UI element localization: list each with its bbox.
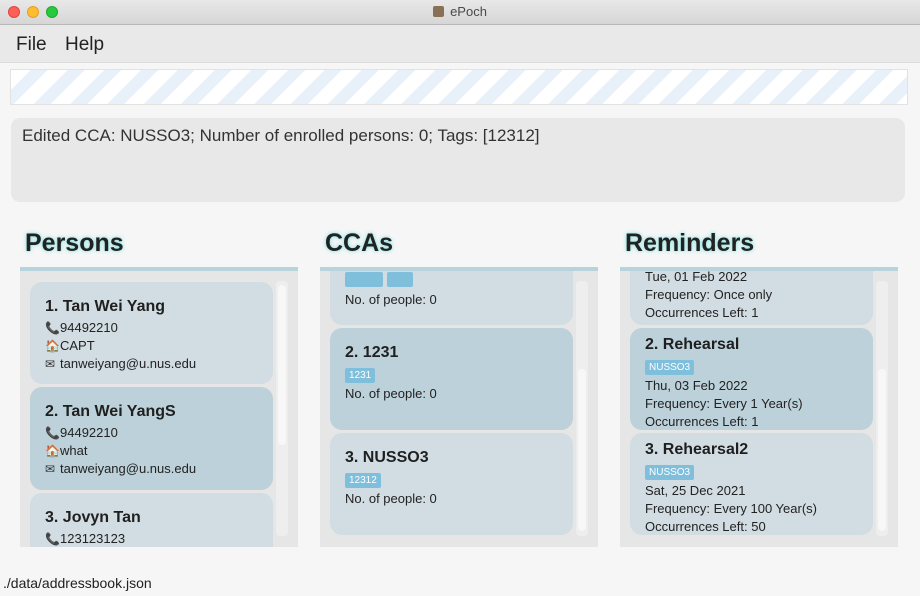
window-title: ePoch xyxy=(0,4,920,19)
reminder-card[interactable]: 2. Rehearsal NUSSO3 Thu, 03 Feb 2022 Fre… xyxy=(630,328,873,430)
phone-icon: 📞 xyxy=(45,426,60,440)
result-display: Edited CCA: NUSSO3; Number of enrolled p… xyxy=(11,118,905,202)
persons-heading: Persons xyxy=(25,229,124,257)
person-name: 2. Tan Wei YangS xyxy=(45,403,176,420)
reminder-tag: NUSSO3 xyxy=(645,360,695,375)
person-email: tanweiyang@u.nus.edu xyxy=(60,356,197,371)
cca-people: No. of people: 0 xyxy=(345,292,437,307)
ccas-heading: CCAs xyxy=(325,229,394,257)
cca-tag: 1231 xyxy=(345,368,376,383)
person-card[interactable]: 2. Tan Wei YangS 📞94492210 🏠what ✉ tanwei… xyxy=(30,387,273,490)
house-icon: 🏠 xyxy=(45,339,60,353)
person-phone: 123123123 xyxy=(60,531,126,546)
person-phone: 94492210 xyxy=(60,320,118,335)
cca-name: 3. NUSSO3 xyxy=(345,449,429,466)
person-card[interactable]: 3. Jovyn Tan 📞123123123 xyxy=(30,493,273,547)
ccas-scrollbar[interactable] xyxy=(576,281,588,536)
person-name: 1. Tan Wei Yang xyxy=(45,298,166,315)
reminder-frequency: Frequency: Every 1 Year(s) xyxy=(645,396,803,411)
cca-tag-partial: . xyxy=(387,272,414,287)
app-icon xyxy=(433,6,445,17)
reminder-title: 3. Rehearsal2 xyxy=(645,441,749,458)
cca-name: 2. 1231 xyxy=(345,344,399,361)
result-text: Edited CCA: NUSSO3; Number of enrolled p… xyxy=(22,126,540,145)
house-icon: 🏠 xyxy=(45,444,60,458)
reminder-occurrences: Occurrences Left: 1 xyxy=(645,305,759,320)
reminder-tag: NUSSO3 xyxy=(645,465,695,480)
person-card[interactable]: 1. Tan Wei Yang 📞94492210 🏠CAPT ✉ tanweiy… xyxy=(30,282,273,384)
reminder-card[interactable]: Tue, 01 Feb 2022 Frequency: Once only Oc… xyxy=(630,271,873,325)
reminders-heading: Reminders xyxy=(625,229,755,257)
persons-list-panel: 1. Tan Wei Yang 📞94492210 🏠CAPT ✉ tanweiy… xyxy=(20,271,298,547)
reminder-title: 2. Rehearsal xyxy=(645,336,740,353)
reminder-date: Sat, 25 Dec 2021 xyxy=(645,483,746,498)
email-icon: ✉ xyxy=(45,462,56,476)
menu-bar: File Help xyxy=(0,25,920,63)
email-icon: ✉ xyxy=(45,357,56,371)
ccas-list-panel: . . No. of people: 0 2. 1231 1231 No. of… xyxy=(320,271,598,547)
menu-file[interactable]: File xyxy=(16,34,47,56)
status-bar-path: ./data/addressbook.json xyxy=(3,575,152,591)
reminders-scrollbar[interactable] xyxy=(876,281,888,536)
command-input[interactable] xyxy=(10,69,908,105)
reminder-card[interactable]: 3. Rehearsal2 NUSSO3 Sat, 25 Dec 2021 Fr… xyxy=(630,433,873,535)
cca-people: No. of people: 0 xyxy=(345,386,437,401)
cca-people: No. of people: 0 xyxy=(345,491,437,506)
phone-icon: 📞 xyxy=(45,321,60,335)
reminders-scrollbar-thumb[interactable] xyxy=(878,369,886,531)
cca-tag-partial: . xyxy=(345,272,383,287)
reminders-list[interactable]: Tue, 01 Feb 2022 Frequency: Once only Oc… xyxy=(620,271,898,547)
phone-icon: 📞 xyxy=(45,532,60,546)
menu-help[interactable]: Help xyxy=(65,34,104,56)
persons-scrollbar-thumb[interactable] xyxy=(278,285,286,445)
cca-tag: 12312 xyxy=(345,473,381,488)
reminder-date: Thu, 03 Feb 2022 xyxy=(645,378,748,393)
person-phone: 94492210 xyxy=(60,425,118,440)
reminder-occurrences: Occurrences Left: 50 xyxy=(645,519,766,534)
persons-list[interactable]: 1. Tan Wei Yang 📞94492210 🏠CAPT ✉ tanweiy… xyxy=(20,271,298,547)
person-email: tanweiyang@u.nus.edu xyxy=(60,461,197,476)
person-address: what xyxy=(60,443,88,458)
title-bar: ePoch xyxy=(0,0,920,25)
reminder-date: Tue, 01 Feb 2022 xyxy=(645,271,748,284)
window-title-text: ePoch xyxy=(450,4,487,19)
cca-card[interactable]: 2. 1231 1231 No. of people: 0 xyxy=(330,328,573,430)
ccas-scrollbar-thumb[interactable] xyxy=(578,369,586,531)
cca-card[interactable]: . . No. of people: 0 xyxy=(330,271,573,325)
reminder-occurrences: Occurrences Left: 1 xyxy=(645,414,759,429)
reminders-list-panel: Tue, 01 Feb 2022 Frequency: Once only Oc… xyxy=(620,271,898,547)
person-address: CAPT xyxy=(60,338,95,353)
person-name: 3. Jovyn Tan xyxy=(45,509,141,526)
ccas-list[interactable]: . . No. of people: 0 2. 1231 1231 No. of… xyxy=(320,271,598,547)
cca-card[interactable]: 3. NUSSO3 12312 No. of people: 0 xyxy=(330,433,573,535)
persons-scrollbar[interactable] xyxy=(276,281,288,536)
reminder-frequency: Frequency: Once only xyxy=(645,287,773,302)
reminder-frequency: Frequency: Every 100 Year(s) xyxy=(645,501,817,516)
